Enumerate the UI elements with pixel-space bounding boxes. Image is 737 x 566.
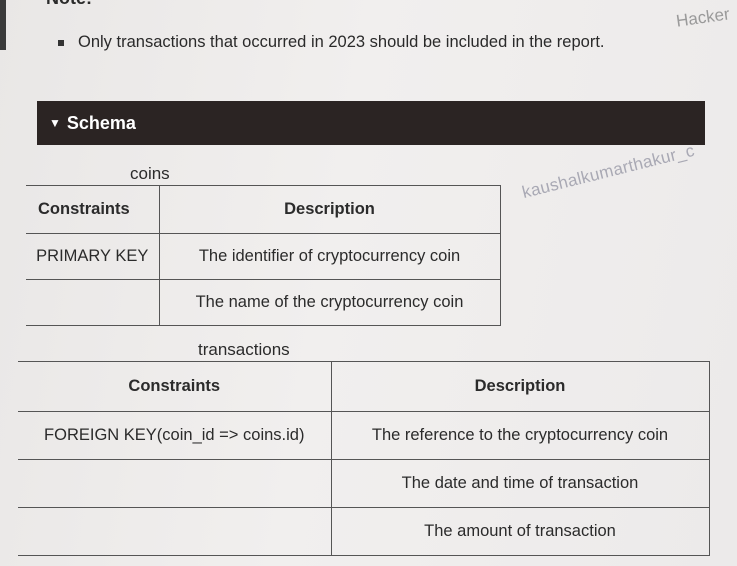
description-cell: The identifier of cryptocurrency coin	[158, 233, 501, 280]
table-header-row: Constraints Description	[18, 361, 710, 412]
left-edge-bar	[0, 0, 6, 50]
transactions-table: Constraints Description FOREIGN KEY(coin…	[18, 361, 710, 556]
note-bullet-text: Only transactions that occurred in 2023 …	[78, 33, 605, 51]
note-heading: Note:	[46, 0, 92, 9]
caret-down-icon: ▼	[49, 116, 61, 130]
constraint-cell	[26, 279, 160, 326]
constraint-cell: PRIMARY KEY	[26, 233, 160, 280]
description-cell: The date and time of transaction	[330, 459, 710, 508]
column-header-description: Description	[330, 361, 710, 412]
column-header-constraints: Constraints	[26, 185, 160, 234]
table-row: The name of the cryptocurrency coin	[26, 279, 501, 326]
table-row: PRIMARY KEY The identifier of cryptocurr…	[26, 233, 501, 280]
table-header-row: Constraints Description	[26, 185, 501, 234]
table-row: The date and time of transaction	[18, 459, 710, 508]
table-row: FOREIGN KEY(coin_id => coins.id) The ref…	[18, 411, 710, 460]
constraint-cell	[18, 507, 332, 556]
bullet-icon	[58, 39, 64, 46]
description-cell: The reference to the cryptocurrency coin	[330, 411, 710, 460]
note-bullet-item: Only transactions that occurred in 2023 …	[58, 33, 605, 52]
schema-label: Schema	[66, 112, 136, 133]
constraint-cell	[18, 459, 332, 508]
brand-watermark: Hacker	[674, 4, 731, 31]
column-header-description: Description	[158, 185, 501, 234]
description-cell: The amount of transaction	[330, 507, 710, 556]
user-watermark: kaushalkumarthakur_c	[520, 140, 697, 203]
transactions-table-title: transactions	[198, 340, 290, 359]
constraint-cell: FOREIGN KEY(coin_id => coins.id)	[18, 411, 332, 460]
coins-table: Constraints Description PRIMARY KEY The …	[26, 185, 501, 326]
table-row: The amount of transaction	[18, 507, 710, 556]
description-cell: The name of the cryptocurrency coin	[158, 279, 501, 326]
coins-table-title: coins	[130, 164, 170, 183]
schema-toggle[interactable]: ▼ Schema	[37, 101, 705, 145]
column-header-constraints: Constraints	[18, 361, 332, 412]
